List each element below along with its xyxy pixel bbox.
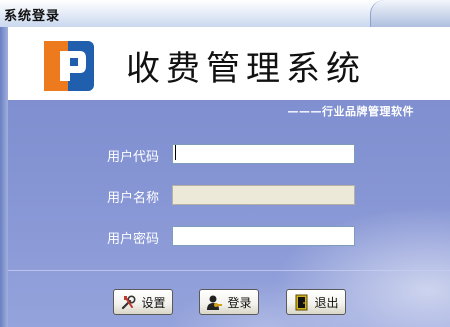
subtitle: ———行业品牌管理软件 bbox=[287, 105, 414, 118]
settings-button[interactable]: 设置 bbox=[113, 289, 173, 315]
user-name-label: 用户名称 bbox=[107, 191, 160, 206]
password-label: 用户密码 bbox=[107, 232, 160, 247]
system-name: 收费管理系统 bbox=[126, 49, 366, 89]
user-key-icon bbox=[207, 295, 223, 310]
tools-icon bbox=[122, 294, 136, 309]
login-button[interactable]: 登录 bbox=[199, 289, 259, 315]
title-bar-decoration bbox=[370, 0, 450, 27]
title-bar: 系统登录 bbox=[0, 0, 450, 28]
door-exit-icon bbox=[295, 294, 308, 310]
header-banner: 收费管理系统 bbox=[8, 27, 450, 100]
window-title: 系统登录 bbox=[4, 9, 61, 24]
exit-button[interactable]: 退出 bbox=[286, 289, 346, 315]
user-name-input bbox=[172, 185, 355, 205]
left-border-strip bbox=[0, 27, 8, 327]
password-input[interactable] bbox=[172, 226, 355, 246]
fp-logo-icon bbox=[44, 41, 94, 91]
user-code-label: 用户代码 bbox=[107, 150, 160, 165]
text-caret bbox=[175, 145, 176, 160]
exit-button-label: 退出 bbox=[314, 295, 339, 310]
login-button-label: 登录 bbox=[227, 295, 252, 310]
settings-button-label: 设置 bbox=[141, 295, 166, 310]
divider bbox=[8, 270, 450, 271]
user-code-input[interactable] bbox=[172, 144, 355, 164]
